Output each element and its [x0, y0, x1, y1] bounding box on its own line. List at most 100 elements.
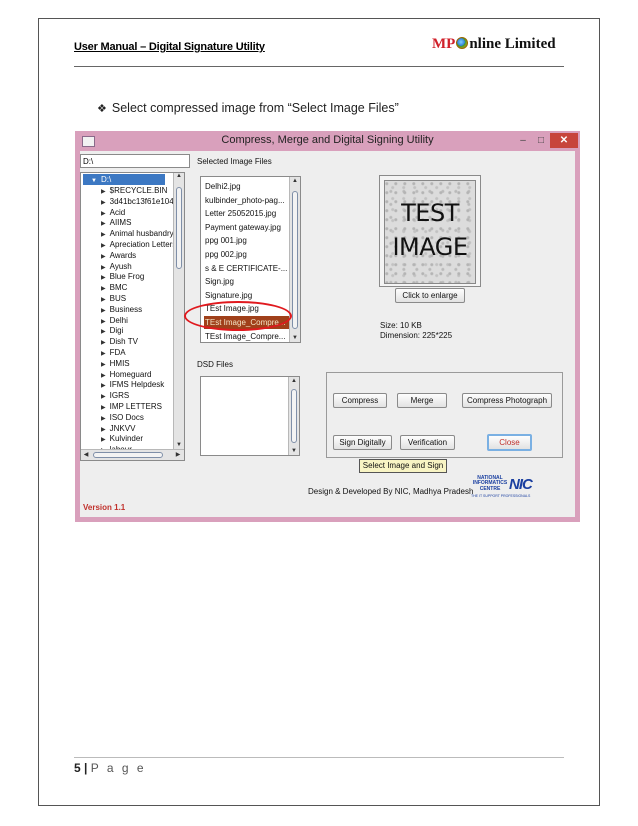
- scroll-thumb[interactable]: [292, 191, 298, 329]
- tree-item-label: Delhi: [109, 315, 128, 325]
- scroll-left-icon[interactable]: ◀: [81, 451, 91, 458]
- tree-item[interactable]: ▶ Awards: [101, 250, 136, 261]
- preview-text-line-2: IMAGE: [392, 233, 468, 261]
- tree-item[interactable]: ▶ 3d41bc13f61e10497: [101, 196, 183, 207]
- tree-item[interactable]: ▶ IFMS Helpdesk: [101, 379, 164, 390]
- tree-item[interactable]: ▶ Digi: [101, 325, 123, 336]
- tree-item-label: Kulvinder: [109, 434, 143, 444]
- compress-button[interactable]: Compress: [333, 393, 387, 408]
- tree-item[interactable]: ▶ Homeguard: [101, 369, 151, 380]
- scroll-down-icon[interactable]: ▼: [289, 448, 299, 454]
- instruction-text: Select compressed image from “Select Ima…: [111, 101, 399, 115]
- scroll-down-icon[interactable]: ▼: [174, 442, 184, 448]
- logo-text: nline Limited: [469, 36, 556, 52]
- file-list-item[interactable]: Letter 25052015.jpg: [204, 207, 289, 220]
- sign-digitally-button[interactable]: Sign Digitally: [333, 435, 392, 450]
- folder-tree[interactable]: ▼ D:\ ▶ $RECYCLE.BIN ▶ 3d41bc13f61e10497 ▶ Acid…: [80, 172, 185, 461]
- dsd-files-label: DSD Files: [197, 360, 234, 369]
- collapsed-triangle-icon: ▶: [101, 383, 106, 390]
- nic-name-line-3: CENTRE: [479, 485, 501, 492]
- collapsed-triangle-icon: ▶: [101, 426, 106, 433]
- tree-item[interactable]: ▶ Animal husbandry: [101, 228, 174, 239]
- maximize-icon[interactable]: □: [532, 133, 550, 148]
- nic-name: NATIONAL INFORMATICS CENTRE: [471, 475, 509, 492]
- tree-item[interactable]: ▶ Business: [101, 304, 142, 315]
- tree-item-label: 3d41bc13f61e10497: [109, 196, 183, 206]
- tree-item[interactable]: ▶ HMIS: [101, 358, 130, 369]
- click-to-enlarge-button[interactable]: Click to enlarge: [395, 288, 465, 303]
- close-button[interactable]: Close: [487, 434, 532, 451]
- tree-item[interactable]: ▶ Ayush: [101, 261, 132, 272]
- tree-item[interactable]: ▶ JNKVV: [101, 423, 135, 434]
- tree-item-label: Awards: [109, 250, 137, 260]
- tree-item-label: Digi: [109, 326, 124, 336]
- app-client-area: D:\ ▼ D:\ ▶ $RECYCLE.BIN ▶ 3d41bc13f61e10497 ▶…: [80, 151, 575, 517]
- title-bar[interactable]: Compress, Merge and Digital Signing Util…: [75, 131, 580, 151]
- page-footer: 5 | P a g e: [74, 761, 146, 775]
- file-list-item[interactable]: Sign.jpg: [204, 275, 289, 288]
- file-list-item[interactable]: ppg 002.jpg: [204, 248, 289, 261]
- tree-item-label: Acid: [109, 207, 126, 217]
- tree-item-label: Blue Frog: [109, 272, 145, 282]
- nic-logo: NATIONAL INFORMATICS CENTRE NIC THE IT S…: [471, 475, 543, 501]
- compress-photograph-button[interactable]: Compress Photograph: [462, 393, 552, 408]
- nic-tagline: THE IT SUPPORT PROFESSIONALS: [471, 494, 531, 498]
- file-list-item[interactable]: Signature.jpg: [204, 289, 289, 302]
- scroll-down-icon[interactable]: ▼: [290, 335, 300, 341]
- collapsed-triangle-icon: ▶: [101, 351, 106, 357]
- collapsed-triangle-icon: ▶: [101, 275, 106, 282]
- scroll-thumb[interactable]: [93, 452, 163, 458]
- tree-item[interactable]: ▶ Acid: [101, 207, 125, 218]
- scroll-up-icon[interactable]: ▲: [174, 173, 184, 179]
- tree-item[interactable]: ▶ Blue Frog: [101, 271, 144, 282]
- selected-files-label: Selected Image Files: [197, 157, 272, 166]
- collapsed-triangle-icon: ▶: [101, 340, 106, 347]
- dsd-list-scrollbar[interactable]: ▲ ▼: [288, 377, 299, 455]
- minimize-icon[interactable]: –: [514, 133, 532, 148]
- file-list-item[interactable]: Delhi2.jpg: [204, 180, 289, 193]
- tree-horizontal-scrollbar[interactable]: ◀ ▶: [81, 449, 184, 460]
- merge-button[interactable]: Merge: [397, 393, 447, 408]
- tree-item[interactable]: ▶ $RECYCLE.BIN: [101, 185, 167, 196]
- collapsed-triangle-icon: ▶: [101, 221, 106, 228]
- collapsed-triangle-icon: ▶: [101, 437, 106, 444]
- tree-item[interactable]: ▶ Dish TV: [101, 336, 138, 347]
- scroll-thumb[interactable]: [176, 187, 182, 269]
- globe-icon: [456, 37, 469, 49]
- tree-item-label: Apreciation Letters: [109, 240, 177, 249]
- tree-item[interactable]: ▶ BMC: [101, 282, 127, 293]
- collapsed-triangle-icon: ▶: [101, 415, 106, 422]
- tree-item[interactable]: ▶ FDA: [101, 347, 126, 358]
- file-list-item[interactable]: Payment gateway.jpg: [204, 221, 289, 234]
- tree-item[interactable]: ▶ IGRS: [101, 390, 129, 401]
- scroll-right-icon[interactable]: ▶: [173, 451, 183, 458]
- scroll-up-icon[interactable]: ▲: [289, 378, 299, 384]
- tree-item[interactable]: ▶ IMP LETTERS: [101, 401, 162, 412]
- dsd-file-list[interactable]: ▲ ▼: [200, 376, 300, 456]
- logo-mp: MP: [432, 36, 456, 52]
- page-word: P a g e: [90, 761, 147, 775]
- tree-item[interactable]: ▶ BUS: [101, 293, 126, 304]
- tree-item[interactable]: ▶ ISO Docs: [101, 412, 144, 423]
- tree-item-label: BMC: [109, 283, 128, 293]
- tree-root[interactable]: ▼ D:\: [83, 174, 165, 185]
- close-icon[interactable]: ✕: [550, 133, 578, 148]
- collapsed-triangle-icon: ▶: [101, 297, 106, 303]
- path-input[interactable]: D:\: [80, 154, 190, 168]
- tree-item[interactable]: ▶ Delhi: [101, 315, 128, 326]
- file-list-item[interactable]: TEst Image_Compre...: [204, 330, 289, 342]
- tree-item[interactable]: ▶ AIIMS: [101, 217, 131, 228]
- tree-item[interactable]: ▶ Apreciation Letters: [101, 239, 176, 250]
- tree-item-label: Business: [109, 304, 143, 314]
- tree-item-label: AIIMS: [109, 218, 132, 228]
- tree-item[interactable]: ▶ Kulvinder: [101, 433, 143, 444]
- scroll-thumb[interactable]: [291, 389, 297, 443]
- tree-item-label: IMP LETTERS: [109, 402, 162, 411]
- collapsed-triangle-icon: ▶: [101, 361, 106, 368]
- file-list-item[interactable]: s & E CERTIFICATE-...: [204, 262, 289, 275]
- tree-vertical-scrollbar[interactable]: ▲ ▼: [173, 173, 184, 449]
- file-list-item[interactable]: ppg 001.jpg: [204, 234, 289, 247]
- scroll-up-icon[interactable]: ▲: [290, 178, 300, 184]
- file-list-item[interactable]: kulbinder_photo-pag...: [204, 194, 289, 207]
- verification-button[interactable]: Verification: [400, 435, 455, 450]
